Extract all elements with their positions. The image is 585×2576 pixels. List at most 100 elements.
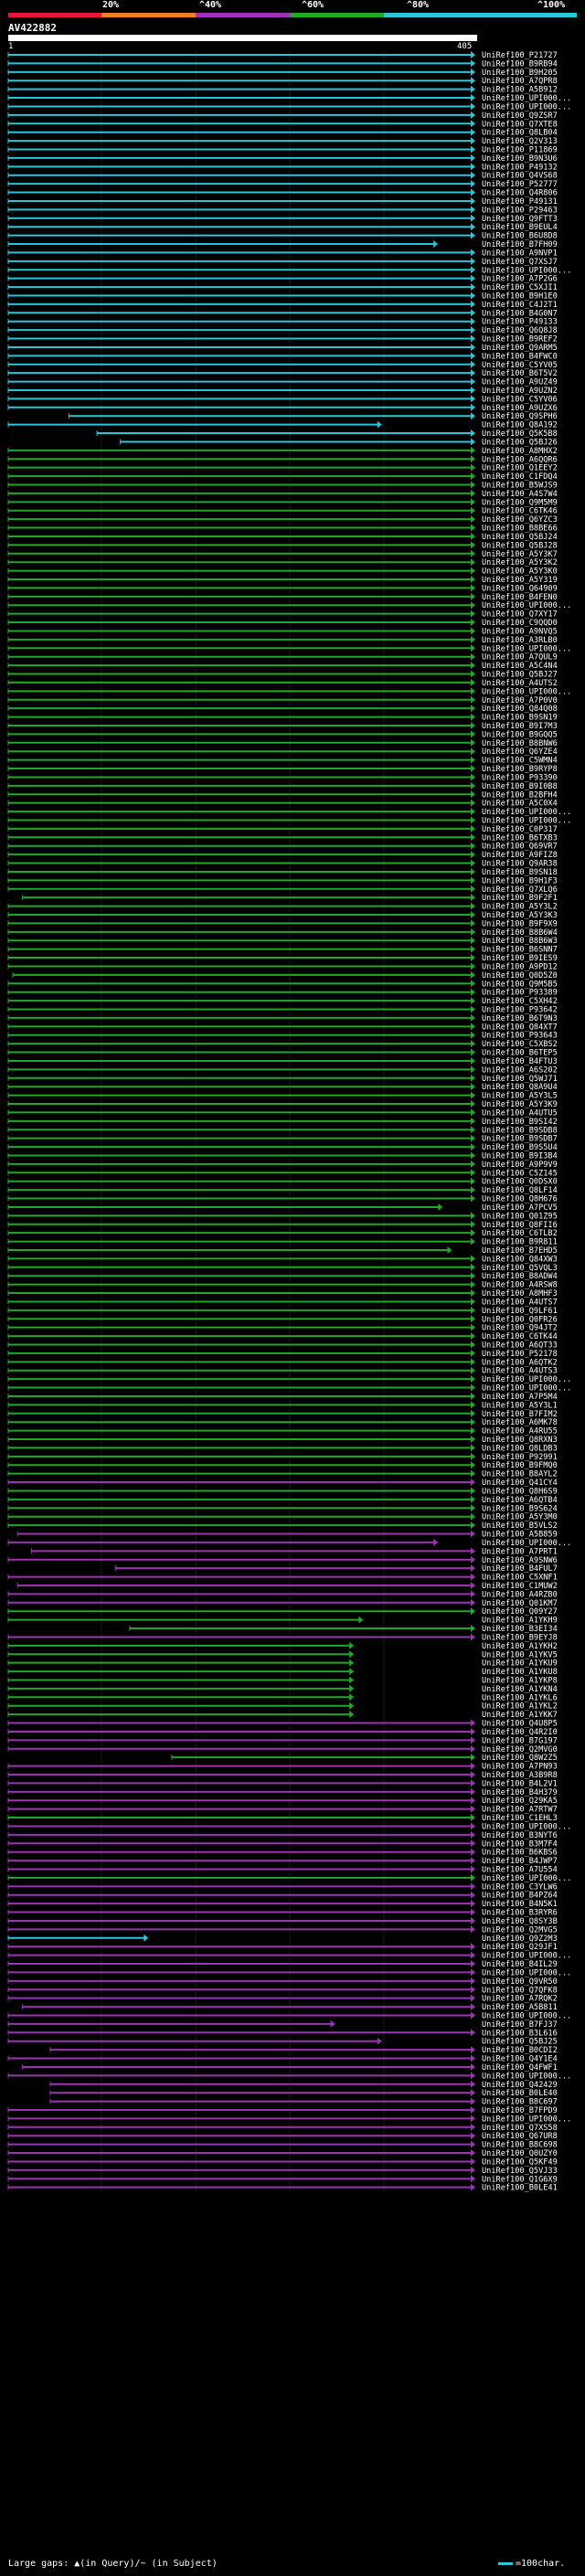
hit-arrow-icon	[471, 1306, 475, 1314]
hit-arrow-icon	[471, 1495, 475, 1503]
hit-arrow-icon	[471, 102, 475, 111]
hit-arrow-icon	[349, 1641, 355, 1649]
hit-arrow-icon	[471, 652, 475, 661]
hit-arrow-icon	[471, 1031, 475, 1039]
hit-arrow-icon	[471, 171, 475, 179]
hit-arrow-icon	[144, 1934, 149, 1942]
hit-arrow-icon	[471, 954, 475, 962]
hit-arrow-icon	[471, 1530, 475, 1538]
hit-arrow-icon	[471, 2183, 475, 2191]
hit-arrow-icon	[471, 1857, 475, 1865]
hit-arrow-icon	[471, 1056, 475, 1065]
hit-arrow-icon	[471, 627, 475, 635]
hit-arrow-icon	[471, 1598, 475, 1606]
hit-arrow-icon	[471, 1272, 475, 1280]
hit-arrow-icon	[349, 1693, 355, 1701]
hit-arrow-icon	[471, 1117, 475, 1125]
hit-arrow-icon	[471, 790, 475, 799]
hit-arrow-icon	[471, 928, 475, 936]
hit-arrow-icon	[471, 1814, 475, 1822]
hit-arrow-icon	[471, 1083, 475, 1091]
hit-arrow-icon	[471, 1787, 475, 1796]
hit-arrow-icon	[471, 756, 475, 764]
hit-arrow-icon	[471, 1263, 475, 1271]
hit-arrow-icon	[471, 326, 475, 334]
hit-arrow-icon	[471, 1212, 475, 1220]
hit-arrow-icon	[471, 662, 475, 670]
hit-arrow-icon	[471, 988, 475, 996]
hit-arrow-icon	[471, 816, 475, 824]
hit-arrow-icon	[471, 876, 475, 885]
hit-arrow-icon	[471, 292, 475, 300]
hit-arrow-icon	[471, 885, 475, 893]
hit-arrow-icon	[471, 1341, 475, 1349]
hit-arrow-icon	[471, 395, 475, 403]
hit-arrow-icon	[471, 592, 475, 600]
hit-arrow-icon	[471, 2089, 475, 2097]
legend-scale-text: =100char.	[516, 2559, 566, 2569]
hit-arrow-icon	[471, 266, 475, 274]
hit-arrow-icon	[471, 1298, 475, 1306]
hit-arrow-icon	[471, 619, 475, 627]
hit-arrow-icon	[471, 1392, 475, 1400]
hit-arrow-icon	[471, 558, 475, 567]
hit-arrow-icon	[471, 94, 475, 102]
hit-arrow-icon	[471, 1452, 475, 1460]
hit-arrow-icon	[471, 446, 475, 454]
hit-arrow-icon	[471, 317, 475, 325]
hit-arrow-icon	[471, 576, 475, 584]
hit-arrow-icon	[471, 1401, 475, 1409]
hit-arrow-icon	[471, 1160, 475, 1168]
hit-arrow-icon	[471, 377, 475, 386]
hit-arrow-icon	[471, 738, 475, 747]
hit-arrow-icon	[471, 842, 475, 850]
hit-arrow-icon	[471, 498, 475, 506]
footer-gaps-legend: Large gaps: ▲(in Query)/~ (in Subject)	[8, 2559, 218, 2569]
hit-arrow-icon	[471, 2115, 475, 2123]
hit-arrow-icon	[349, 1659, 355, 1667]
hit-arrow-icon	[471, 567, 475, 575]
hit-arrow-icon	[471, 695, 475, 704]
hit-arrow-icon	[471, 206, 475, 214]
hit-arrow-icon	[471, 945, 475, 953]
hit-arrow-icon	[471, 1418, 475, 1426]
hit-arrow-icon	[471, 1547, 475, 1555]
hit-arrow-icon	[471, 1409, 475, 1417]
hit-arrow-icon	[471, 1280, 475, 1288]
hit-arrow-icon	[471, 970, 475, 979]
hit-arrow-icon	[377, 420, 382, 429]
hit-arrow-icon	[471, 962, 475, 970]
hit-arrow-icon	[471, 1229, 475, 1237]
hit-arrow-icon	[471, 541, 475, 549]
hit-arrow-icon	[471, 584, 475, 592]
hit-arrow-icon	[471, 2132, 475, 2140]
hit-arrow-icon	[471, 1108, 475, 1117]
hit-label[interactable]: UniRef100_B0LE41	[482, 2184, 558, 2193]
hit-arrow-icon	[471, 111, 475, 119]
hit-arrow-icon	[471, 730, 475, 738]
hit-arrow-icon	[471, 1255, 475, 1263]
hit-arrow-icon	[471, 1762, 475, 1770]
hit-arrow-icon	[471, 1194, 475, 1203]
hit-arrow-icon	[471, 1126, 475, 1134]
hit-arrow-icon	[471, 352, 475, 360]
hit-arrow-icon	[471, 1633, 475, 1641]
hit-arrow-icon	[471, 2054, 475, 2062]
hit-arrow-icon	[471, 343, 475, 351]
hit-arrow-icon	[471, 1332, 475, 1341]
hit-arrow-icon	[471, 506, 475, 514]
hit-arrow-icon	[471, 120, 475, 128]
hit-arrow-icon	[447, 1246, 452, 1254]
hit-arrow-icon	[358, 1616, 364, 1624]
hit-arrow-icon	[471, 1315, 475, 1323]
hit-arrow-icon	[471, 1736, 475, 1744]
hit-arrow-icon	[471, 799, 475, 807]
hit-arrow-icon	[471, 188, 475, 196]
hit-arrow-icon	[349, 1668, 355, 1676]
hit-arrow-icon	[471, 524, 475, 532]
hit-arrow-icon	[471, 1968, 475, 1977]
hit-arrow-icon	[471, 549, 475, 557]
hit-arrow-icon	[471, 1444, 475, 1452]
hit-arrow-icon	[471, 1986, 475, 1994]
hit-arrow-icon	[349, 1684, 355, 1692]
